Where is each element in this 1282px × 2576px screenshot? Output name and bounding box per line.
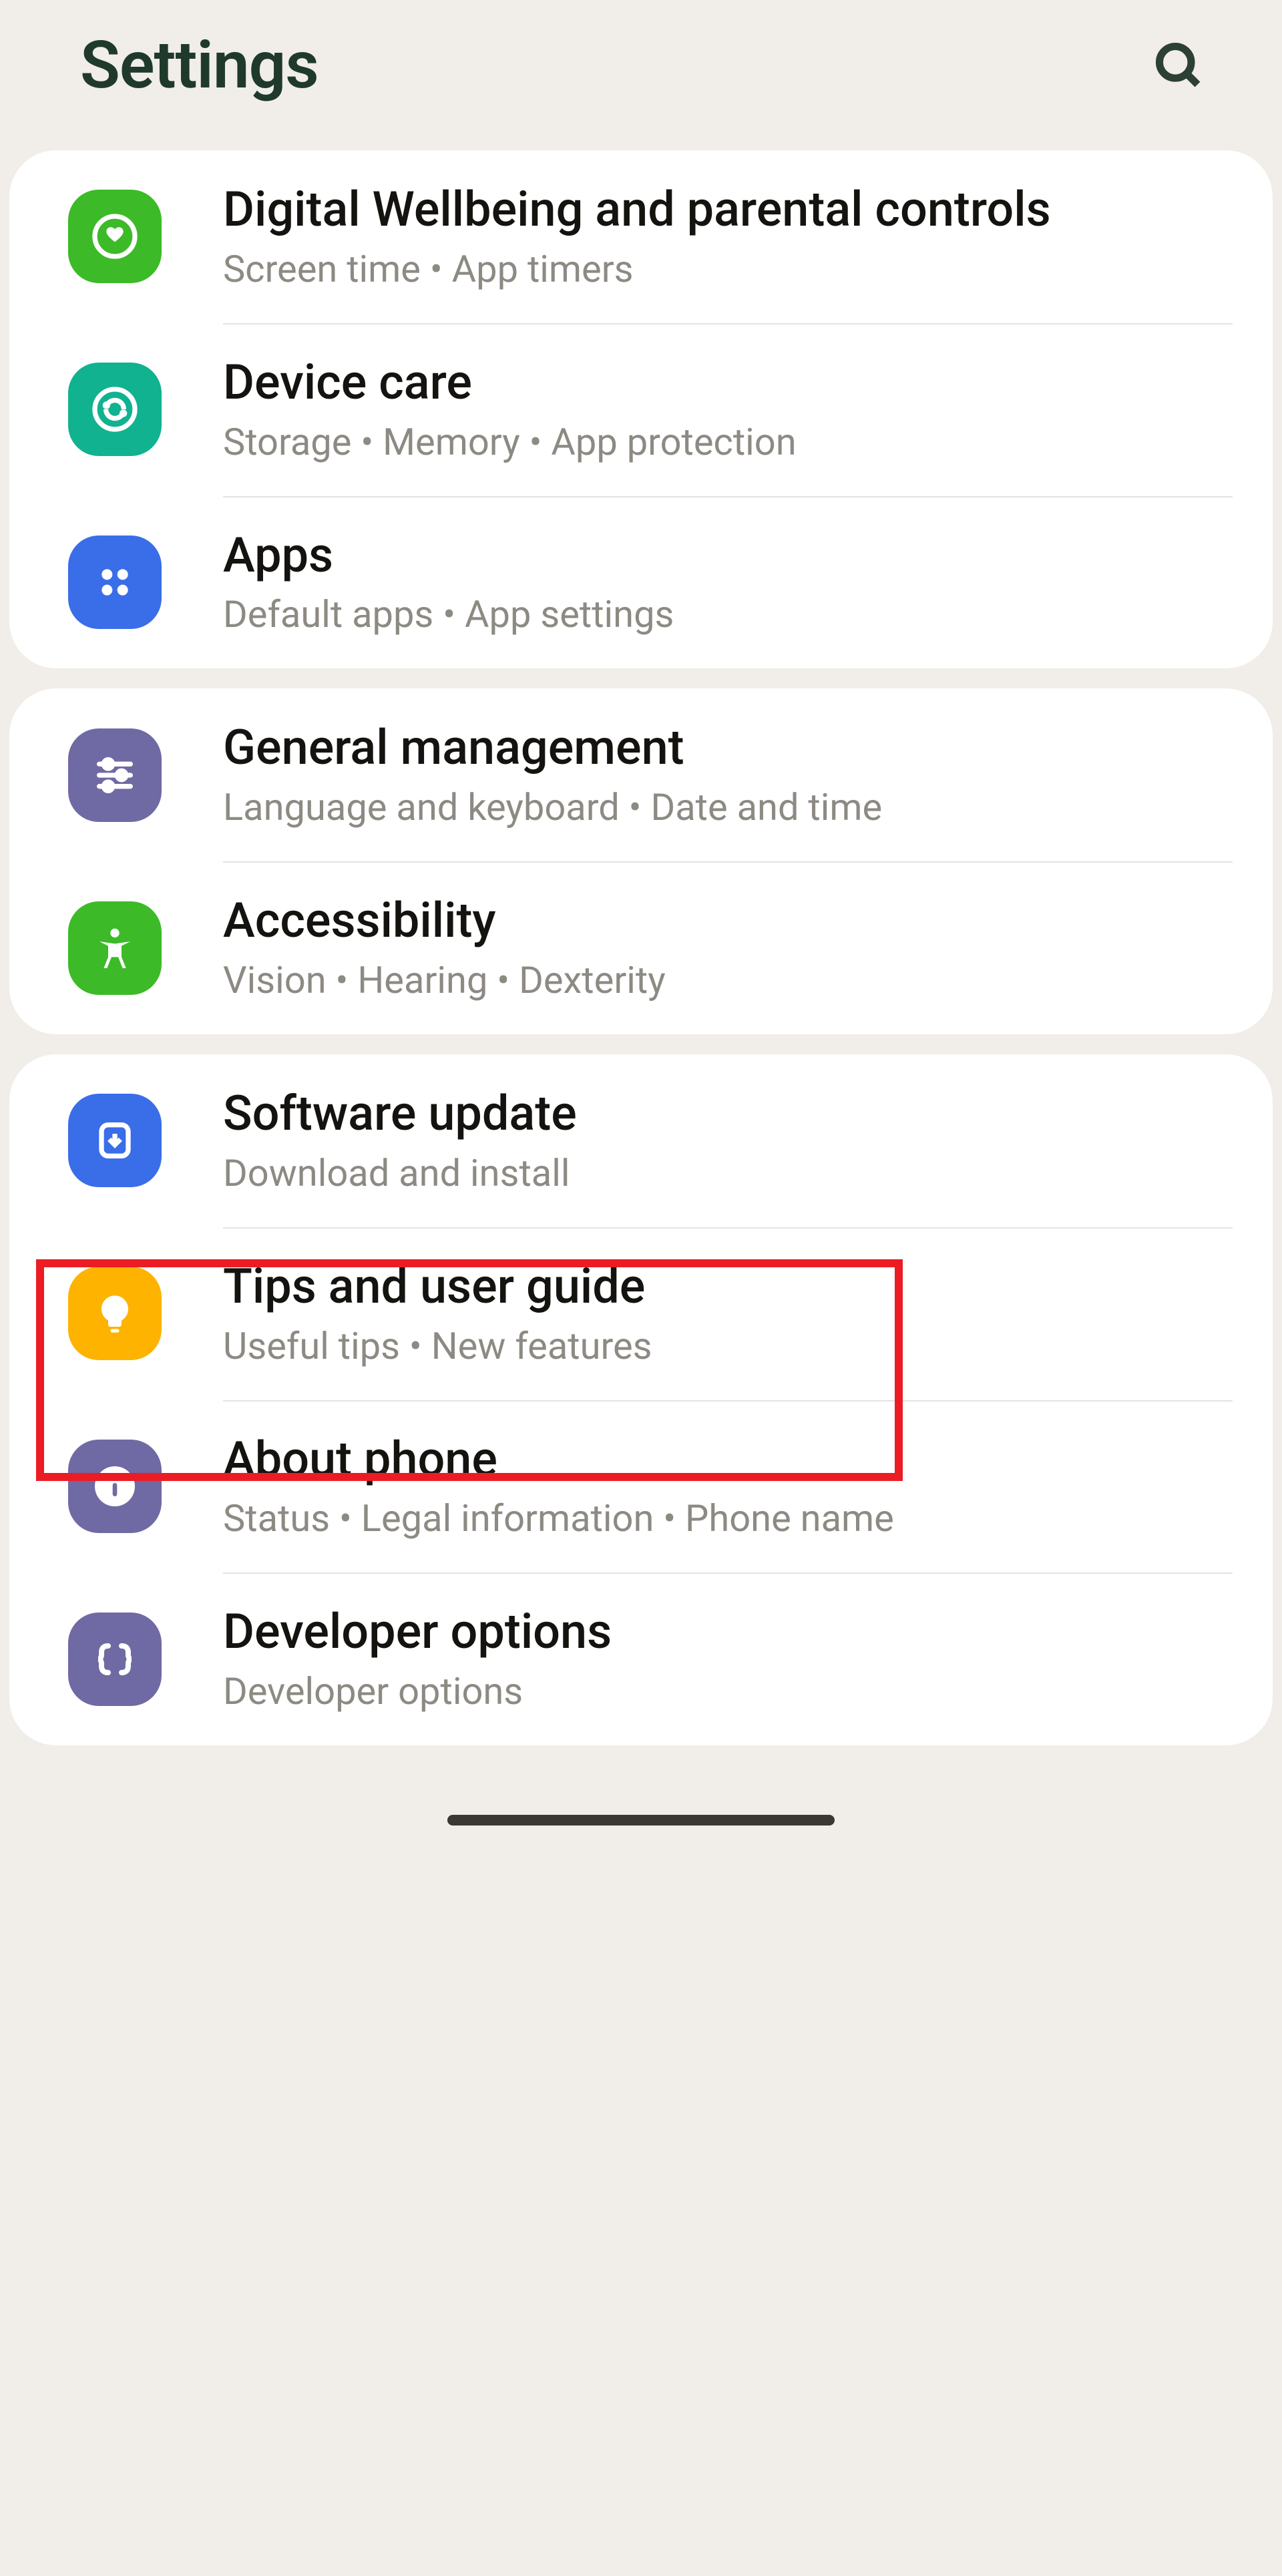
item-subtitle: Download and install — [223, 1151, 577, 1195]
item-title: Tips and user guide — [223, 1259, 652, 1315]
tips-icon — [68, 1267, 162, 1360]
wellbeing-icon — [68, 190, 162, 283]
settings-item-apps[interactable]: Apps Default apps • App settings — [9, 496, 1273, 669]
item-title: Software update — [223, 1086, 577, 1142]
settings-item-developer-options[interactable]: Developer options Developer options — [9, 1572, 1273, 1745]
item-title: Accessibility — [223, 893, 666, 949]
page-title: Settings — [80, 27, 318, 103]
item-subtitle: Default apps • App settings — [223, 592, 674, 636]
item-subtitle: Storage • Memory • App protection — [223, 420, 797, 464]
item-title: Developer options — [223, 1604, 612, 1660]
item-subtitle: Vision • Hearing • Dexterity — [223, 958, 666, 1002]
settings-item-tips[interactable]: Tips and user guide Useful tips • New fe… — [9, 1227, 1273, 1400]
device-care-icon — [68, 363, 162, 456]
software-update-icon — [68, 1094, 162, 1187]
accessibility-icon — [68, 901, 162, 995]
item-subtitle: Useful tips • New features — [223, 1324, 652, 1368]
item-subtitle: Screen time • App timers — [223, 247, 1051, 291]
item-title: Device care — [223, 355, 797, 411]
about-phone-icon — [68, 1440, 162, 1533]
general-management-icon — [68, 728, 162, 822]
settings-item-software-update[interactable]: Software update Download and install — [9, 1054, 1273, 1227]
settings-group: Digital Wellbeing and parental controls … — [9, 150, 1273, 668]
header: Settings — [0, 0, 1282, 130]
settings-screen: Settings Digital Wellbeing and parental … — [0, 0, 1282, 1846]
item-subtitle: Language and keyboard • Date and time — [223, 785, 882, 829]
settings-item-digital-wellbeing[interactable]: Digital Wellbeing and parental controls … — [9, 150, 1273, 323]
item-title: General management — [223, 720, 882, 776]
settings-item-device-care[interactable]: Device care Storage • Memory • App prote… — [9, 323, 1273, 496]
item-subtitle: Status • Legal information • Phone name — [223, 1496, 894, 1540]
settings-group: Software update Download and install Tip… — [9, 1054, 1273, 1745]
apps-icon — [68, 535, 162, 629]
nav-handle[interactable] — [447, 1815, 835, 1826]
search-icon — [1153, 40, 1204, 91]
item-title: Apps — [223, 528, 674, 584]
settings-item-general-management[interactable]: General management Language and keyboard… — [9, 688, 1273, 861]
item-subtitle: Developer options — [223, 1669, 612, 1713]
item-title: About phone — [223, 1432, 894, 1488]
developer-options-icon — [68, 1613, 162, 1706]
settings-item-about-phone[interactable]: About phone Status • Legal information •… — [9, 1400, 1273, 1573]
item-title: Digital Wellbeing and parental controls — [223, 182, 1051, 238]
settings-item-accessibility[interactable]: Accessibility Vision • Hearing • Dexteri… — [9, 861, 1273, 1034]
settings-group: General management Language and keyboard… — [9, 688, 1273, 1034]
search-button[interactable] — [1148, 35, 1209, 95]
